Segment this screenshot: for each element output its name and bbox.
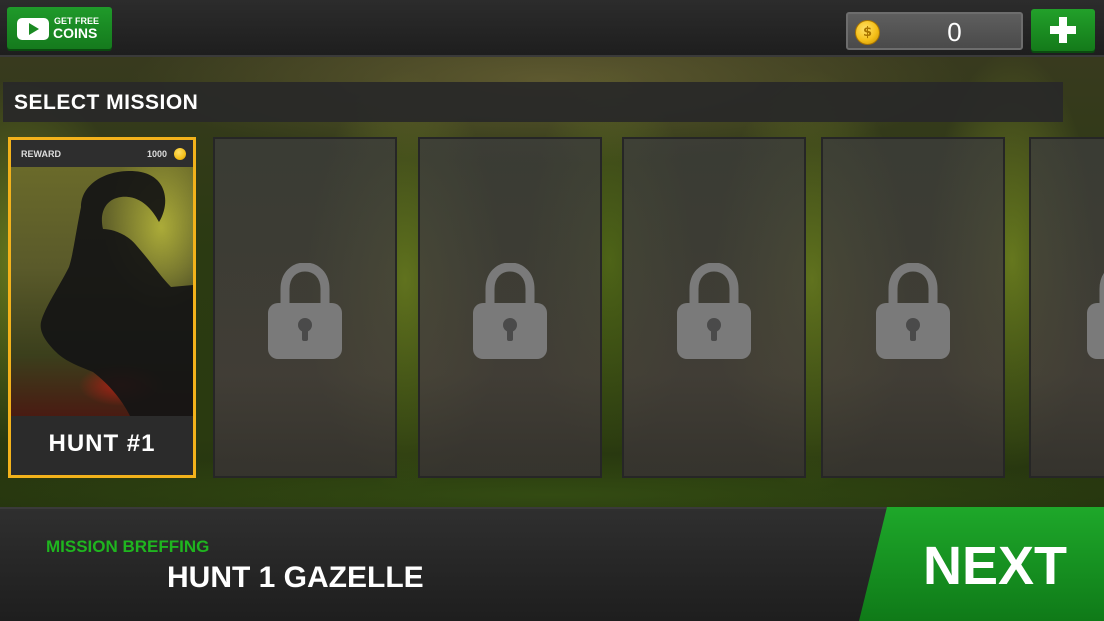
lock-icon [268, 263, 342, 359]
get-free-coins-button[interactable]: GET FREE COINS [7, 7, 112, 49]
reward-label: REWARD [21, 149, 61, 159]
coin-icon: $ [855, 20, 880, 45]
youtube-play-icon [17, 18, 49, 40]
mission-card-hunt-1[interactable]: REWARD 1000 HUNT #1 [8, 137, 196, 478]
add-coins-button[interactable] [1031, 9, 1095, 51]
select-mission-title: SELECT MISSION [14, 91, 199, 114]
mission-card-locked-5[interactable] [821, 137, 1005, 478]
coin-icon [174, 148, 186, 160]
lock-icon [473, 263, 547, 359]
card-name-bar: HUNT #1 [11, 416, 193, 475]
lock-icon [1087, 272, 1104, 359]
reward-bar: REWARD 1000 [11, 140, 193, 167]
mission-card-locked-2[interactable] [213, 137, 397, 478]
mission-card-locked-6[interactable] [1029, 137, 1104, 478]
mission-briefing-label: MISSION BREFFING [46, 537, 210, 556]
next-button[interactable]: NEXT [859, 507, 1104, 621]
mission-card-locked-3[interactable] [418, 137, 602, 478]
ibex-silhouette [40, 171, 193, 418]
mission-name: HUNT #1 [48, 430, 156, 457]
lock-icon [876, 263, 950, 359]
coin-balance: $ 0 [846, 12, 1023, 50]
reward-value: 1000 [146, 149, 167, 159]
next-label: NEXT [923, 536, 1068, 596]
free-coins-line2: COINS [53, 25, 98, 41]
mission-image [11, 167, 193, 418]
top-bar: GET FREE COINS $ 0 [0, 0, 1104, 57]
mission-briefing-title: HUNT 1 GAZELLE [167, 561, 424, 594]
coin-count: 0 [947, 17, 962, 47]
mission-card-locked-4[interactable] [622, 137, 806, 478]
select-mission-header: SELECT MISSION [3, 82, 1063, 122]
lock-icon [677, 263, 751, 359]
